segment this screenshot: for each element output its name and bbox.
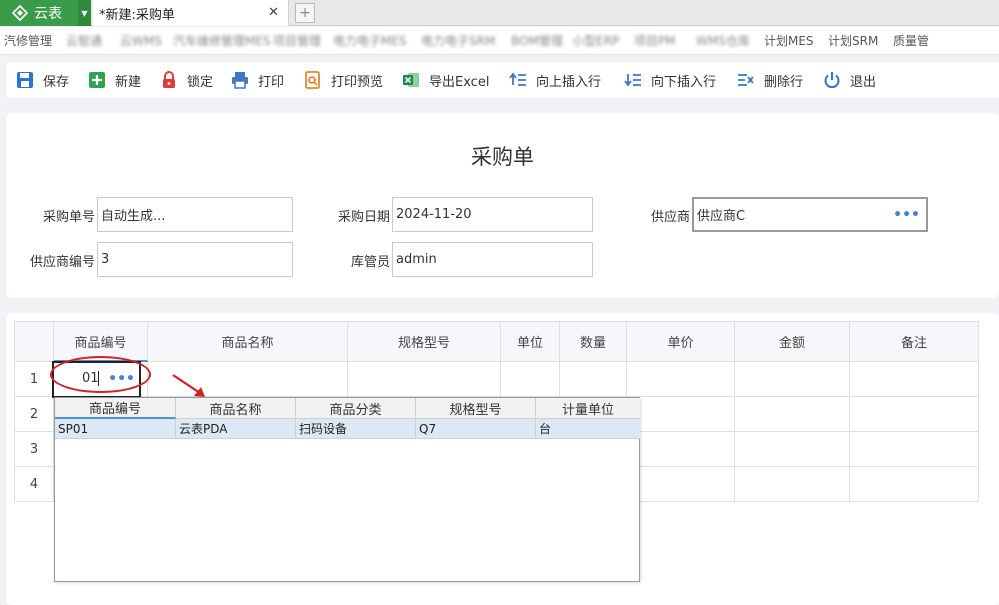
product-lookup-popup: 商品编号 商品名称 商品分类 规格型号 计量单位 SP01 云表PDA 扫码设备… <box>54 397 640 582</box>
print-button[interactable]: 打印 <box>231 62 284 98</box>
order-no-field[interactable]: 自动生成... <box>97 197 293 232</box>
popup-cell[interactable]: 云表PDA <box>176 419 296 439</box>
grid-cell[interactable] <box>850 432 979 467</box>
popup-column-header[interactable]: 商品分类 <box>296 398 416 419</box>
nav-item[interactable]: 项目PM <box>634 32 676 49</box>
popup-column-header[interactable]: 计量单位 <box>536 398 640 419</box>
nav-item[interactable]: 云WMS <box>120 32 162 49</box>
supplier-field[interactable]: 供应商C ••• <box>692 197 928 232</box>
app-logo-icon <box>12 5 28 21</box>
tab-label: *新建:采购单 <box>99 7 175 23</box>
nav-item[interactable]: 汽车维修管理MES <box>173 32 271 49</box>
nav-item[interactable]: 质量管 <box>893 32 929 49</box>
grid-cell[interactable] <box>627 362 735 397</box>
nav-item[interactable]: 计划SRM <box>828 32 878 49</box>
grid-cell[interactable] <box>735 362 850 397</box>
lock-button[interactable]: 锁定 <box>160 62 213 98</box>
grid-cell[interactable] <box>850 467 979 502</box>
popup-cell[interactable]: 扫码设备 <box>296 419 416 439</box>
column-header[interactable]: 商品名称 <box>148 321 348 362</box>
insert-below-icon <box>624 74 641 87</box>
nav-item[interactable]: 计划MES <box>764 32 814 49</box>
nav-item[interactable]: 电力电子MES <box>333 32 407 49</box>
print-preview-icon <box>305 71 320 89</box>
app-dropdown-icon[interactable]: ▼ <box>78 0 91 26</box>
delete-row-icon <box>738 74 754 86</box>
tab-bar: 云表 ▼ *新建:采购单 ✕ + <box>0 0 999 26</box>
column-header[interactable]: 数量 <box>560 321 627 362</box>
nav-item[interactable]: 汽修管理 <box>4 32 52 49</box>
app-menu-button[interactable]: 云表 <box>0 0 78 26</box>
keeper-field[interactable]: admin <box>392 242 593 277</box>
grid-cell[interactable] <box>850 397 979 432</box>
save-button[interactable]: 保存 <box>16 62 69 98</box>
grid-cell[interactable] <box>627 397 735 432</box>
nav-item[interactable]: WMS仓库 <box>696 32 750 49</box>
page-title: 采购单 <box>471 145 534 169</box>
tab-new-purchase-order[interactable]: *新建:采购单 ✕ <box>93 0 289 26</box>
row-number[interactable]: 3 <box>14 432 54 467</box>
new-button[interactable]: 新建 <box>88 62 141 98</box>
power-icon <box>824 72 840 89</box>
row-number[interactable]: 1 <box>14 362 54 397</box>
form-header: 采购单 采购单号 自动生成... 采购日期 2024-11-20 供应商 供应商… <box>6 113 999 298</box>
grid-cell[interactable] <box>627 467 735 502</box>
printer-icon <box>232 72 248 89</box>
popup-cell[interactable]: SP01 <box>55 419 176 439</box>
print-preview-button[interactable]: 打印预览 <box>304 62 383 98</box>
add-document-icon <box>89 72 105 88</box>
add-tab-icon[interactable]: + <box>295 3 315 23</box>
popup-cell[interactable]: Q7 <box>416 419 536 439</box>
grid-cell[interactable] <box>627 432 735 467</box>
column-header[interactable]: 单价 <box>627 321 735 362</box>
annotation-arrow-icon <box>172 374 205 397</box>
order-date-label: 采购日期 <box>337 210 390 225</box>
delete-row-button[interactable]: 删除行 <box>737 62 803 98</box>
nav-item[interactable]: 云智通 <box>66 32 102 49</box>
close-icon[interactable]: ✕ <box>268 5 279 20</box>
column-header[interactable]: 金额 <box>735 321 850 362</box>
insert-above-icon <box>509 72 526 86</box>
grid-cell[interactable] <box>735 432 850 467</box>
row-number[interactable]: 2 <box>14 397 54 432</box>
popup-column-header[interactable]: 规格型号 <box>416 398 536 419</box>
grid-cell[interactable] <box>501 362 560 397</box>
nav-item[interactable]: BOM管理 <box>511 32 563 49</box>
order-no-label: 采购单号 <box>42 210 95 225</box>
column-header[interactable]: 规格型号 <box>348 321 501 362</box>
insert-row-above-button[interactable]: 向上插入行 <box>509 62 601 98</box>
app-name: 云表 <box>34 6 62 22</box>
excel-icon <box>403 73 419 87</box>
nav-item[interactable]: 小型ERP <box>572 32 619 49</box>
grid-cell[interactable] <box>560 362 627 397</box>
export-excel-button[interactable]: 导出Excel <box>402 62 489 98</box>
module-nav: 汽修管理 云智通 云WMS 汽车维修管理MES 项目管理 电力电子MES 电力电… <box>0 27 999 55</box>
keeper-label: 库管员 <box>350 255 390 270</box>
column-header[interactable]: 备注 <box>850 321 979 362</box>
grid-cell[interactable] <box>348 362 501 397</box>
popup-column-header[interactable]: 商品编号 <box>55 398 176 419</box>
grid-cell[interactable] <box>735 397 850 432</box>
nav-item[interactable]: 电力电子SRM <box>421 32 495 49</box>
insert-row-below-button[interactable]: 向下插入行 <box>624 62 716 98</box>
popup-column-header[interactable]: 商品名称 <box>176 398 296 419</box>
supplier-code-field[interactable]: 3 <box>97 242 293 277</box>
supplier-label: 供应商 <box>650 210 690 225</box>
lock-icon <box>163 71 175 88</box>
row-number[interactable]: 4 <box>14 467 54 502</box>
toolbar: 保存 新建 锁定 打印 打印预览 导出Excel 向上插入行 向下插入行 删除行… <box>7 62 999 98</box>
grid-cell[interactable] <box>735 467 850 502</box>
grid-corner <box>14 321 54 362</box>
supplier-code-label: 供应商编号 <box>29 255 95 270</box>
nav-item[interactable]: 项目管理 <box>273 32 321 49</box>
popup-cell[interactable]: 台 <box>536 419 640 439</box>
more-icon[interactable]: ••• <box>893 208 920 222</box>
exit-button[interactable]: 退出 <box>823 62 876 98</box>
annotation-highlight <box>50 356 151 393</box>
grid-cell[interactable] <box>850 362 979 397</box>
order-date-field[interactable]: 2024-11-20 <box>392 197 593 232</box>
save-icon <box>17 72 33 88</box>
column-header[interactable]: 单位 <box>501 321 560 362</box>
